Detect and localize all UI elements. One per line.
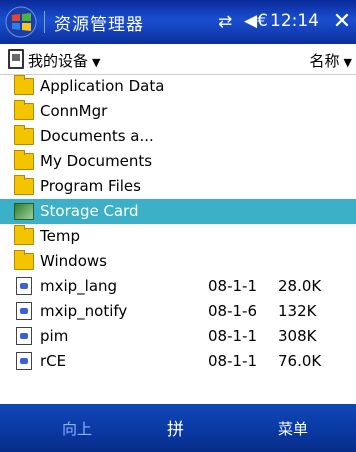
item-date: 08-1-1 xyxy=(208,277,257,295)
list-item[interactable]: mxip_notify 08-1-6 132K xyxy=(0,299,356,324)
item-name: Storage Card xyxy=(40,202,139,220)
clock[interactable]: 12:14 xyxy=(270,11,319,31)
folder-icon xyxy=(14,125,34,145)
volume-icon[interactable]: ◀€ xyxy=(244,11,268,31)
file-icon xyxy=(16,327,32,345)
item-date: 08-1-6 xyxy=(208,302,257,320)
menu-softkey[interactable]: 菜单 xyxy=(278,418,308,439)
folder-icon xyxy=(14,175,34,195)
sort-dropdown[interactable]: 名称 ▼ xyxy=(310,50,352,71)
windows-start-icon[interactable] xyxy=(4,6,38,38)
title-divider xyxy=(44,11,45,33)
item-name: My Documents xyxy=(40,152,153,170)
file-icon xyxy=(16,302,32,320)
item-size: 28.0K xyxy=(278,277,322,295)
item-date: 08-1-1 xyxy=(208,352,257,370)
item-size: 132K xyxy=(278,302,317,320)
location-header: 我的设备 ▼ 名称 ▼ xyxy=(0,44,356,75)
item-name: pim xyxy=(40,327,69,345)
item-name: mxip_notify xyxy=(40,302,128,320)
folder-icon xyxy=(14,75,34,95)
chevron-down-icon: ▼ xyxy=(343,56,352,69)
folder-icon xyxy=(14,150,34,170)
folder-icon xyxy=(14,250,34,270)
item-name: Program Files xyxy=(40,177,141,195)
item-name: Windows xyxy=(40,252,107,270)
input-method-button[interactable]: 拼 xyxy=(167,415,184,440)
window-title: 资源管理器 xyxy=(54,15,144,35)
file-icon xyxy=(16,277,32,295)
folder-icon xyxy=(14,100,34,120)
list-item[interactable]: My Documents xyxy=(0,149,356,174)
location-dropdown[interactable]: 我的设备 ▼ xyxy=(28,50,100,71)
location-label: 我的设备 xyxy=(28,52,89,70)
chevron-down-icon: ▼ xyxy=(92,56,101,69)
device-icon xyxy=(8,49,24,69)
item-date: 08-1-1 xyxy=(208,327,257,345)
list-item[interactable]: Temp xyxy=(0,224,356,249)
file-list: Application Data ConnMgr Documents a... … xyxy=(0,74,356,374)
list-item[interactable]: pim 08-1-1 308K xyxy=(0,324,356,349)
item-name: Temp xyxy=(40,227,80,245)
title-bar: 资源管理器 ⇄ ◀€ 12:14 ✕ xyxy=(0,0,356,44)
list-item-selected[interactable]: Storage Card xyxy=(0,199,356,224)
item-name: ConnMgr xyxy=(40,102,108,120)
list-item[interactable]: ConnMgr xyxy=(0,99,356,124)
item-name: rCE xyxy=(40,352,67,370)
list-item[interactable]: Program Files xyxy=(0,174,356,199)
folder-icon xyxy=(14,225,34,245)
soft-key-bar: 向上 拼 菜单 xyxy=(0,404,356,452)
up-softkey[interactable]: 向上 xyxy=(62,418,92,439)
item-name: mxip_lang xyxy=(40,277,118,295)
list-item[interactable]: mxip_lang 08-1-1 28.0K xyxy=(0,274,356,299)
list-item[interactable]: Application Data xyxy=(0,74,356,99)
file-icon xyxy=(16,352,32,370)
item-name: Documents a... xyxy=(40,127,154,145)
sort-label: 名称 xyxy=(309,52,340,70)
item-name: Application Data xyxy=(40,77,165,95)
list-item[interactable]: Documents a... xyxy=(0,124,356,149)
item-size: 76.0K xyxy=(278,352,322,370)
list-item[interactable]: rCE 08-1-1 76.0K xyxy=(0,349,356,374)
list-item[interactable]: Windows xyxy=(0,249,356,274)
connectivity-icon[interactable]: ⇄ xyxy=(218,12,232,32)
item-size: 308K xyxy=(278,327,317,345)
storage-card-icon xyxy=(14,203,34,220)
close-button[interactable]: ✕ xyxy=(330,9,354,35)
